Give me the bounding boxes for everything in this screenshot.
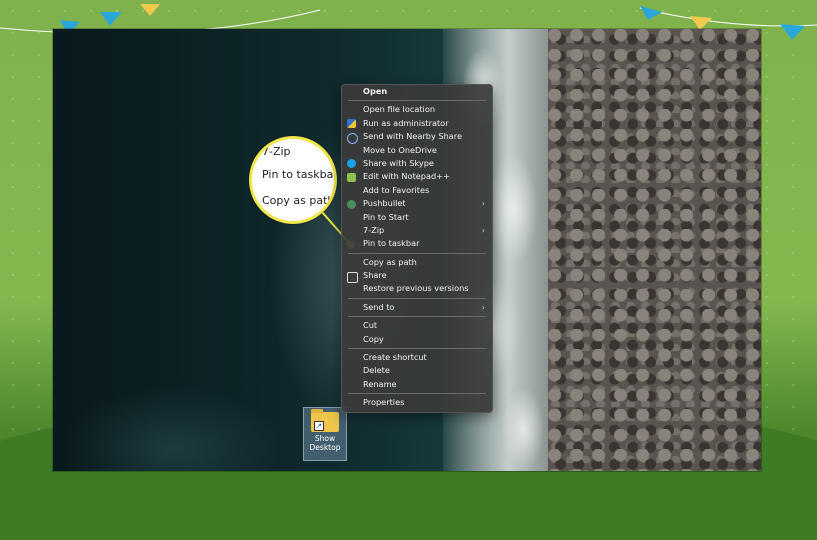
menu-item-label: Share with Skype	[363, 157, 434, 168]
chevron-right-icon: ›	[481, 302, 485, 312]
menu-item-label: Rename	[363, 378, 397, 389]
menu-item-label: Pin to Start	[363, 211, 409, 222]
shield-icon	[347, 119, 356, 129]
menu-item-pin-to-start[interactable]: Pin to Start	[342, 211, 492, 224]
menu-separator	[348, 252, 486, 254]
menu-item-run-as-administrator[interactable]: Run as administrator	[342, 117, 492, 130]
menu-item-share[interactable]: Share	[342, 269, 492, 283]
menu-item-label: Open file location	[363, 104, 436, 115]
menu-item-label: Delete	[363, 365, 390, 376]
menu-item-label: Open	[363, 86, 388, 96]
menu-item-label: Send to	[363, 301, 395, 312]
menu-item-open[interactable]: Open	[342, 85, 492, 98]
menu-item-create-shortcut[interactable]: Create shortcut	[342, 351, 492, 364]
menu-item-restore-previous-versions[interactable]: Restore previous versions	[342, 282, 492, 295]
menu-item-label: Pin to taskbar	[363, 238, 420, 249]
menu-item-label: Run as administrator	[363, 117, 449, 128]
menu-item-label: Copy	[363, 333, 384, 344]
menu-item-cut[interactable]: Cut	[342, 319, 492, 332]
menu-separator	[348, 316, 486, 318]
pushbullet-icon	[347, 199, 356, 209]
menu-item-label: 7-Zip	[363, 224, 385, 235]
menu-item-pin-to-taskbar[interactable]: Pin to taskbar	[342, 237, 492, 250]
menu-item-label: Restore previous versions	[363, 283, 469, 294]
menu-item-edit-with-notepad[interactable]: Edit with Notepad++	[342, 170, 492, 183]
menu-item-copy[interactable]: Copy	[342, 333, 492, 346]
menu-item-label: Copy as path	[363, 256, 417, 267]
menu-separator	[348, 100, 486, 102]
skype-icon	[347, 159, 356, 169]
menu-item-label: Add to Favorites	[363, 184, 430, 195]
context-menu: Open Open file location Run as administrat…	[341, 84, 493, 413]
menu-item-label: Send with Nearby Share	[363, 131, 463, 142]
desktop-screenshot: ↗ Show Desktop 7-Zip Pin to taskbar Copy…	[53, 29, 761, 471]
nearby-share-icon	[347, 132, 358, 144]
menu-item-send-to[interactable]: Send to ›	[342, 301, 492, 314]
callout-line: Copy as path	[262, 194, 335, 207]
menu-item-copy-as-path[interactable]: Copy as path	[342, 256, 492, 269]
menu-separator	[348, 393, 486, 395]
menu-item-label: Cut	[363, 320, 378, 331]
menu-item-label: Pushbullet	[363, 198, 406, 209]
menu-item-label: Share	[363, 270, 387, 281]
chevron-right-icon: ›	[481, 199, 485, 209]
menu-separator	[348, 297, 486, 299]
menu-item-pushbullet[interactable]: Pushbullet ›	[342, 197, 492, 210]
zoom-callout: 7-Zip Pin to taskbar Copy as path	[249, 136, 337, 224]
menu-item-7-zip[interactable]: 7-Zip ›	[342, 224, 492, 237]
menu-item-label: Edit with Notepad++	[363, 171, 450, 182]
menu-item-label: Create shortcut	[363, 352, 427, 363]
chevron-right-icon: ›	[481, 225, 485, 235]
menu-item-delete[interactable]: Delete	[342, 364, 492, 377]
menu-item-send-with-nearby-share[interactable]: Send with Nearby Share	[342, 130, 492, 144]
menu-item-add-to-favorites[interactable]: Add to Favorites	[342, 184, 492, 197]
menu-item-rename[interactable]: Rename	[342, 378, 492, 391]
menu-item-properties[interactable]: Properties	[342, 396, 492, 409]
menu-item-label: Properties	[363, 397, 405, 408]
menu-item-move-to-onedrive[interactable]: Move to OneDrive	[342, 144, 492, 157]
notepad-plus-plus-icon	[347, 172, 356, 182]
share-icon	[347, 271, 358, 283]
callout-line: 7-Zip	[262, 145, 291, 158]
menu-separator	[348, 348, 486, 350]
menu-item-share-with-skype[interactable]: Share with Skype	[342, 157, 492, 170]
menu-item-open-file-location[interactable]: Open file location	[342, 103, 492, 116]
callout-line: Pin to taskbar	[262, 168, 337, 181]
menu-item-label: Move to OneDrive	[363, 144, 437, 155]
